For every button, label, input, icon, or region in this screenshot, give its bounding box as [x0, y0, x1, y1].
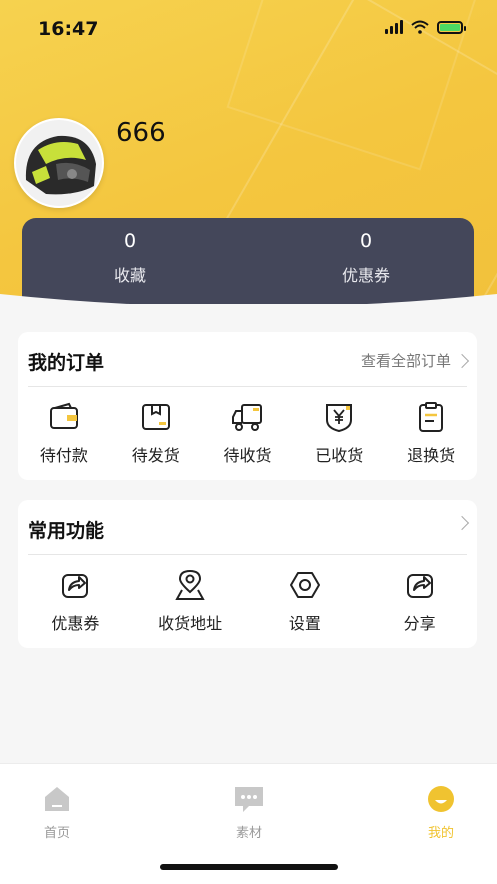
function-coupons[interactable]: 优惠券 — [18, 568, 133, 634]
header-curve — [0, 294, 497, 320]
share-icon — [62, 574, 89, 598]
package-icon — [141, 404, 170, 430]
function-share[interactable]: 分享 — [362, 568, 477, 634]
order-status-label: 待付款 — [39, 446, 88, 465]
helmet-avatar-image — [16, 120, 102, 206]
stat-value: 0 — [123, 230, 137, 252]
functions-card: 常用功能 优惠券 收货地址 设置 分享 — [18, 500, 477, 648]
tab-label: 素材 — [235, 826, 262, 841]
order-status-label: 待发货 — [131, 446, 180, 465]
clipboard-icon — [419, 402, 444, 432]
order-pending-shipment[interactable]: 待发货 — [110, 400, 202, 466]
home-indicator — [160, 864, 338, 870]
home-icon — [45, 787, 69, 811]
location-pin-icon — [175, 569, 205, 600]
stat-favorites[interactable]: 0 收藏 — [30, 230, 230, 286]
username: 666 — [116, 118, 166, 148]
settings-hexagon-icon — [289, 572, 320, 598]
order-pending-receipt[interactable]: 待收货 — [202, 400, 294, 466]
tab-home[interactable]: 首页 — [12, 784, 102, 841]
function-settings[interactable]: 设置 — [248, 568, 363, 634]
functions-row: 优惠券 收货地址 设置 分享 — [18, 568, 477, 634]
tab-label: 我的 — [427, 826, 454, 841]
wifi-icon — [411, 20, 429, 34]
function-address[interactable]: 收货地址 — [133, 568, 248, 634]
status-time: 16:47 — [38, 18, 99, 40]
tab-label: 首页 — [43, 826, 70, 841]
stat-value: 0 — [359, 230, 373, 252]
status-icons — [385, 20, 466, 34]
wallet-icon — [49, 402, 78, 429]
order-returns[interactable]: 退换货 — [385, 400, 477, 466]
profile-face-icon — [428, 786, 454, 812]
order-status-row: 待付款 待发货 待收货 已收货 退换货 — [18, 400, 477, 466]
chevron-right-icon — [454, 515, 470, 531]
yen-shield-icon — [326, 404, 353, 433]
function-label: 分享 — [403, 614, 436, 633]
divider — [28, 386, 467, 387]
order-received[interactable]: 已收货 — [293, 400, 385, 466]
order-status-label: 待收货 — [223, 446, 272, 465]
orders-card: 我的订单 查看全部订单 待付款 待发货 待收货 已收货 退换货 — [18, 332, 477, 480]
chevron-right-icon — [454, 353, 470, 368]
tab-mine[interactable]: 我的 — [396, 784, 486, 841]
order-status-label: 已收货 — [315, 446, 364, 465]
chat-icon — [235, 787, 263, 812]
functions-title: 常用功能 — [28, 520, 105, 542]
signal-icon — [385, 20, 403, 34]
orders-title: 我的订单 — [28, 352, 105, 374]
function-label: 设置 — [288, 614, 321, 633]
battery-icon — [437, 20, 466, 34]
avatar[interactable] — [14, 118, 104, 208]
functions-more-link[interactable] — [454, 515, 470, 531]
status-bar: 16:47 — [0, 0, 497, 60]
order-status-label: 退换货 — [407, 446, 456, 465]
truck-icon — [232, 404, 263, 431]
divider — [28, 554, 467, 555]
view-all-orders-link[interactable]: 查看全部订单 — [360, 350, 470, 371]
tab-materials[interactable]: 素材 — [204, 784, 294, 841]
view-all-orders-label: 查看全部订单 — [360, 352, 451, 370]
order-pending-payment[interactable]: 待付款 — [18, 400, 110, 466]
function-label: 优惠券 — [51, 614, 100, 633]
function-label: 收货地址 — [158, 614, 223, 633]
share-icon — [406, 574, 433, 598]
stat-coupons[interactable]: 0 优惠券 — [266, 230, 466, 286]
